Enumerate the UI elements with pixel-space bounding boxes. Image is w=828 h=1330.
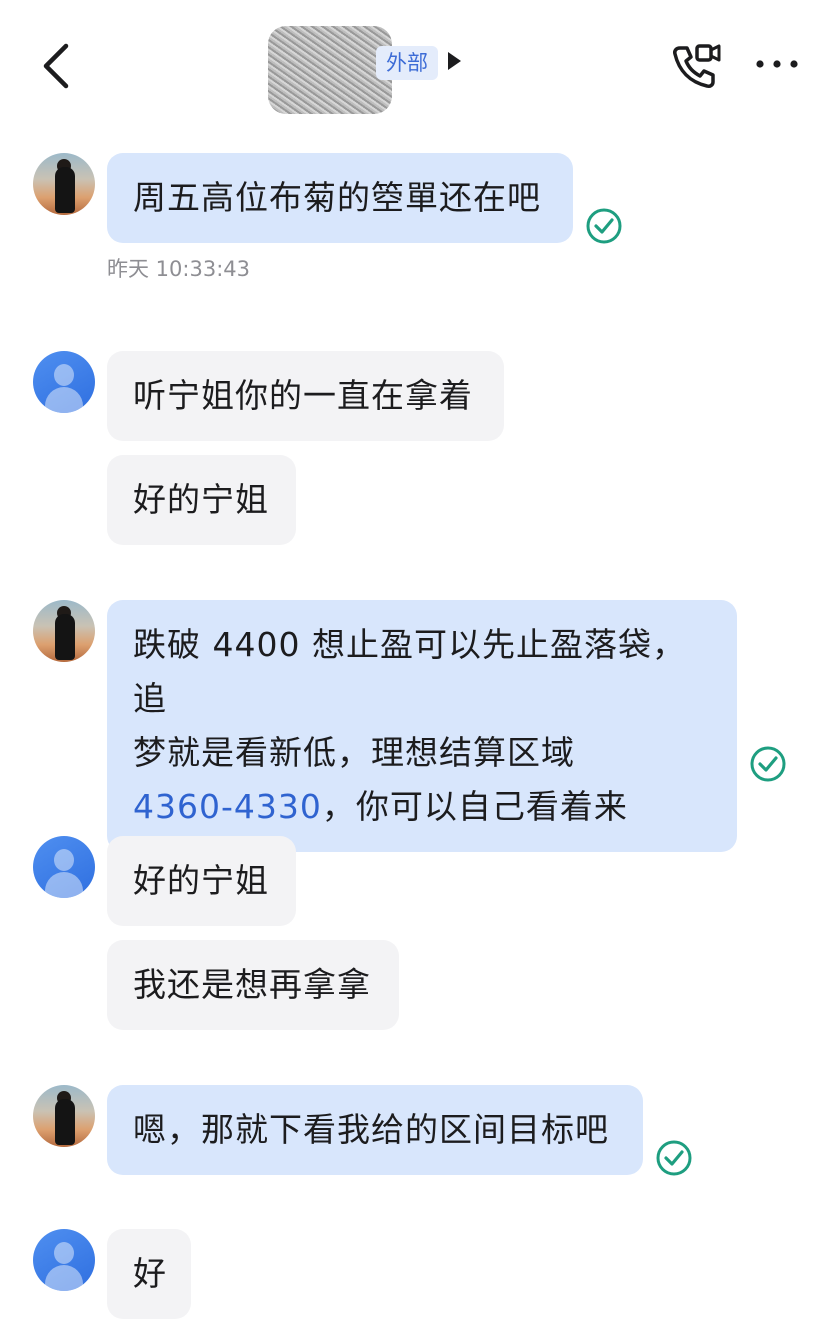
message-text: 好 [133,1254,167,1293]
message-bubble-self[interactable]: 跌破 4400 想止盈可以先止盈落袋，追 梦就是看新低，理想结算区域 4360-… [107,600,737,852]
contact-avatar[interactable] [33,351,95,413]
message-bubble-other[interactable]: 好的宁姐 [107,836,296,926]
avatar-head [54,1242,74,1264]
avatar-body [45,1265,83,1291]
read-check-icon [586,208,622,244]
message-bubble-other[interactable]: 我还是想再拿拿 [107,940,399,1030]
message-timestamp: 昨天 10:33:43 [107,257,250,281]
self-avatar[interactable] [33,153,95,215]
message-line: ，你可以自己看着来 [321,787,628,826]
message-text: 周五高位布菊的箜單还在吧 [133,178,541,217]
message-line: 梦就是看新低，理想结算区域 [133,733,575,772]
contact-avatar[interactable] [33,836,95,898]
message-text: 嗯，那就下看我给的区间目标吧 [133,1110,609,1149]
avatar-body [45,872,83,898]
self-avatar[interactable] [33,600,95,662]
message-line: 跌破 4400 想止盈可以先止盈落袋，追 [133,625,686,718]
avatar-figure-body [55,1099,75,1145]
avatar-body [45,387,83,413]
chat-title[interactable]: 外部 [268,26,478,114]
external-tag: 外部 [376,46,438,80]
redacted-name [268,26,392,114]
read-check-icon [750,746,786,782]
chat-header: 外部 [0,0,828,125]
triangle-right-icon [448,52,461,70]
chevron-left-icon[interactable] [36,38,76,94]
message-bubble-other[interactable]: 听宁姐你的一直在拿着 [107,351,504,441]
message-text: 跌破 4400 想止盈可以先止盈落袋，追 梦就是看新低，理想结算区域 4360-… [133,600,711,852]
message-bubble-self[interactable]: 周五高位布菊的箜單还在吧 [107,153,573,243]
read-check-icon [656,1140,692,1176]
avatar-figure-body [55,614,75,660]
more-dots-icon[interactable] [752,54,802,74]
self-avatar[interactable] [33,1085,95,1147]
message-text: 好的宁姐 [133,480,269,519]
message-text: 好的宁姐 [133,861,269,900]
avatar-figure-body [55,167,75,213]
avatar-head [54,364,74,386]
price-range-link[interactable]: 4360-4330 [133,787,322,826]
message-bubble-self[interactable]: 嗯，那就下看我给的区间目标吧 [107,1085,643,1175]
message-text: 我还是想再拿拿 [133,965,371,1004]
message-text: 听宁姐你的一直在拿着 [133,376,473,415]
avatar-head [54,849,74,871]
message-bubble-other[interactable]: 好的宁姐 [107,455,296,545]
contact-avatar[interactable] [33,1229,95,1291]
message-bubble-other[interactable]: 好 [107,1229,191,1319]
phone-video-call-icon[interactable] [670,40,722,90]
